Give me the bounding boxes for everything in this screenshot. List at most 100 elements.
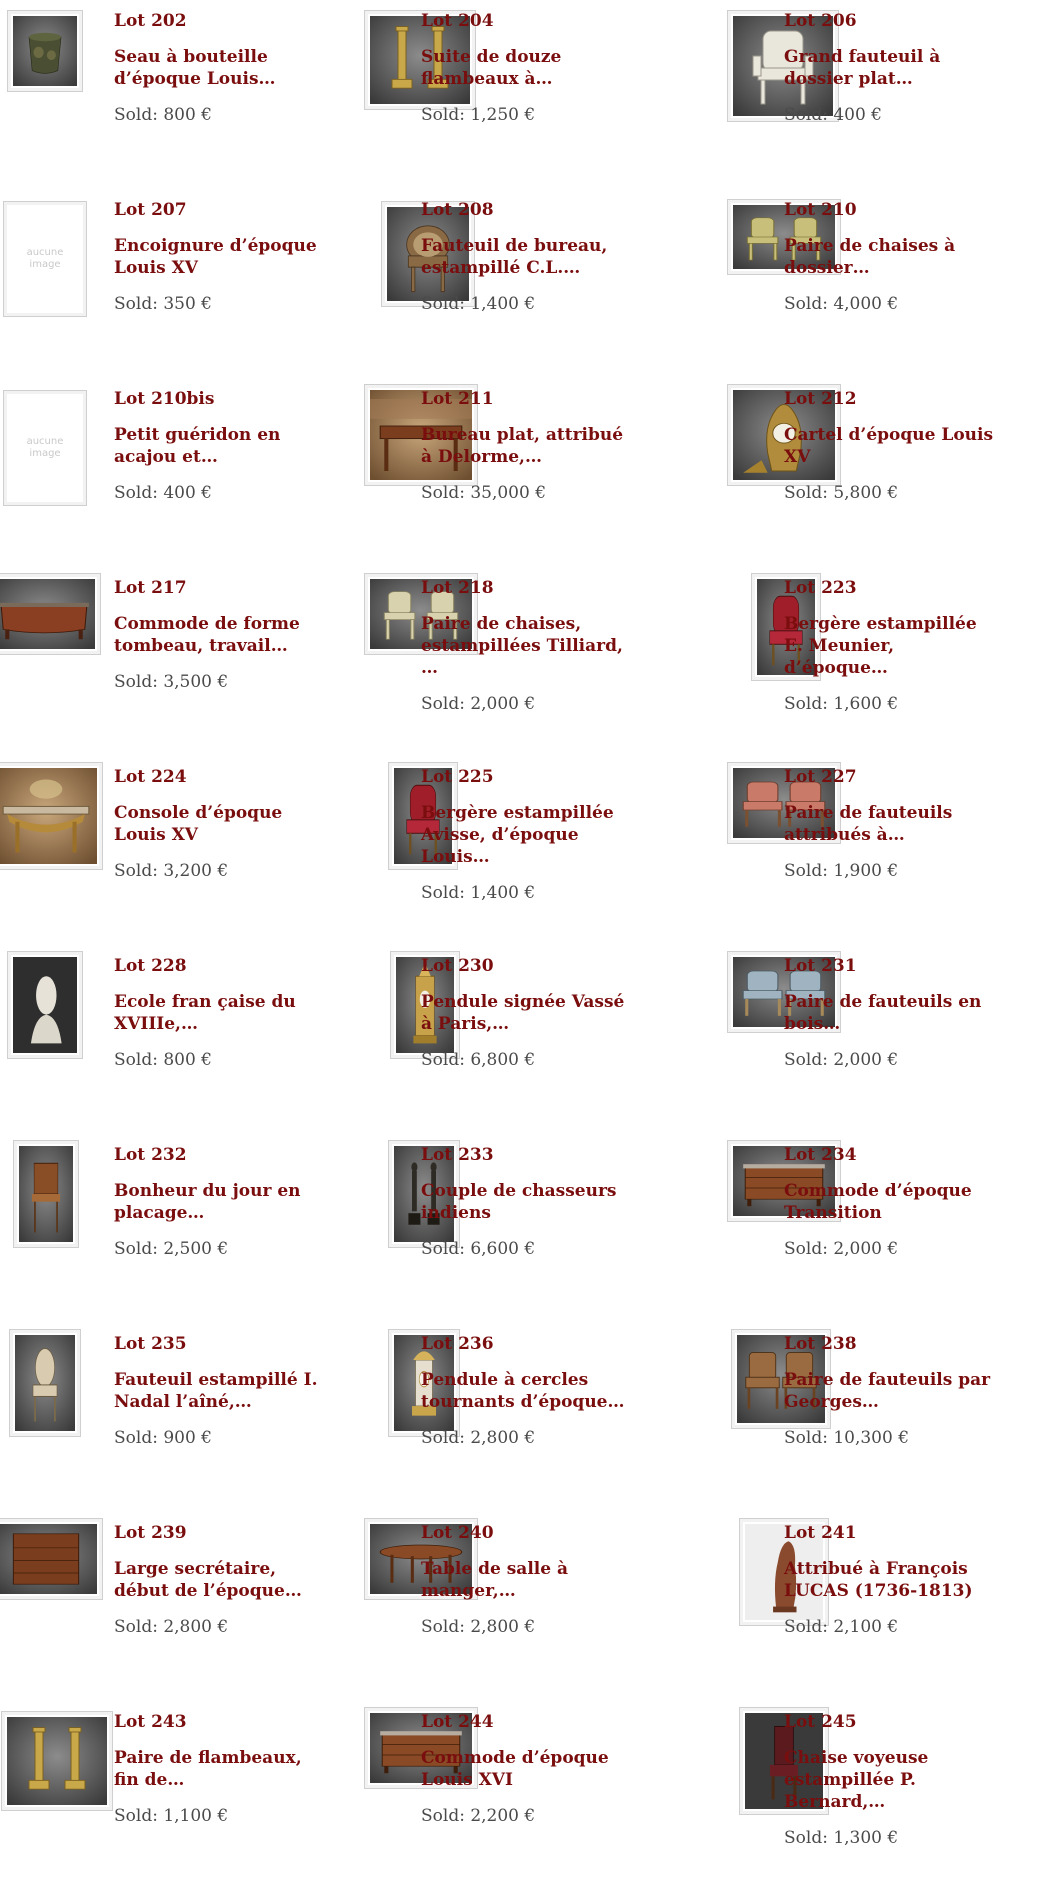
lot-number-link[interactable]: Lot 211: [421, 388, 637, 410]
lot-title-link[interactable]: Attribué à François LUCAS (1736-1813): [784, 1558, 1000, 1602]
lot-thumbnail[interactable]: [7, 10, 83, 92]
lot-title-link[interactable]: Paire de chaises à dossier…: [784, 235, 1000, 279]
lot-thumbnail[interactable]: aucune image: [3, 201, 87, 317]
lot-number-link[interactable]: Lot 245: [784, 1711, 1000, 1733]
lot-number-link[interactable]: Lot 244: [421, 1711, 637, 1733]
lot-title-link[interactable]: Couple de chasseurs indiens: [421, 1180, 637, 1224]
lot-title-link[interactable]: Encoignure d’époque Louis XV: [114, 235, 330, 279]
lot-number-link[interactable]: Lot 239: [114, 1522, 330, 1544]
lot-number-link[interactable]: Lot 235: [114, 1333, 330, 1355]
lot-number-link[interactable]: Lot 228: [114, 955, 330, 977]
lot-card: Lot 212 Cartel d’époque Louis XV Sold: 5,8…: [727, 378, 1060, 567]
lot-thumbnail[interactable]: [13, 1140, 79, 1248]
lot-title-link[interactable]: Ecole fran çaise du XVIIIe,…: [114, 991, 330, 1035]
no-image-placeholder: aucune image: [9, 396, 81, 500]
lot-number-link[interactable]: Lot 210bis: [114, 388, 330, 410]
lot-title-link[interactable]: Paire de fauteuils en bois…: [784, 991, 1000, 1035]
lot-title-link[interactable]: Paire de chaises, estampillées Tilliard,…: [421, 613, 637, 679]
lot-title-link[interactable]: Paire de fauteuils par Georges…: [784, 1369, 1000, 1413]
lot-info: Lot 228 Ecole fran çaise du XVIIIe,… Sold:…: [114, 945, 330, 1071]
lot-number-link[interactable]: Lot 204: [421, 10, 637, 32]
sold-price: Sold: 1,900 €: [784, 861, 899, 881]
lot-number-link[interactable]: Lot 208: [421, 199, 637, 221]
lot-number-link[interactable]: Lot 238: [784, 1333, 1000, 1355]
lot-number-link[interactable]: Lot 202: [114, 10, 330, 32]
lot-info: Lot 207 Encoignure d’époque Louis XV Sold:…: [114, 189, 330, 315]
lot-thumbnail[interactable]: [0, 1518, 103, 1600]
lot-number-link[interactable]: Lot 231: [784, 955, 1000, 977]
lot-title-link[interactable]: Fauteuil de bureau, estampillé C.L.…: [421, 235, 637, 279]
lot-thumbnail[interactable]: [0, 762, 103, 870]
lot-info: Lot 212 Cartel d’époque Louis XV Sold: 5,8…: [784, 378, 1000, 504]
lot-number-link[interactable]: Lot 230: [421, 955, 637, 977]
lot-info: Lot 227 Paire de fauteuils attribués à… So…: [784, 756, 1000, 882]
lot-title-link[interactable]: Commode d’époque Louis XVI: [421, 1747, 637, 1791]
lot-thumbnail[interactable]: [9, 1329, 81, 1437]
lot-number-link[interactable]: Lot 206: [784, 10, 1000, 32]
lot-card: Lot 231 Paire de fauteuils en bois… Sold: …: [727, 945, 1060, 1134]
sold-price: Sold: 5,800 €: [784, 483, 899, 503]
lot-info: Lot 204 Suite de douze flambeaux à… Sold: …: [421, 0, 637, 126]
lot-photo: [0, 1524, 97, 1594]
lot-number-link[interactable]: Lot 234: [784, 1144, 1000, 1166]
lot-photo: [15, 1335, 75, 1431]
lot-number-link[interactable]: Lot 212: [784, 388, 1000, 410]
lot-card: Lot 223 Bergère estampillée E. Meunier, d…: [748, 567, 1060, 756]
sold-price: Sold: 4,000 €: [784, 294, 899, 314]
lot-info: Lot 243 Paire de flambeaux, fin de… Sold: …: [114, 1701, 330, 1827]
lot-title-link[interactable]: Console d’époque Louis XV: [114, 802, 330, 846]
lot-number-link[interactable]: Lot 225: [421, 766, 637, 788]
lot-title-link[interactable]: Suite de douze flambeaux à…: [421, 46, 637, 90]
lot-number-link[interactable]: Lot 232: [114, 1144, 330, 1166]
lot-title-link[interactable]: Table de salle à manger,…: [421, 1558, 637, 1602]
lot-title-link[interactable]: Bergère estampillée E. Meunier, d’époque…: [784, 613, 1000, 679]
lot-number-link[interactable]: Lot 210: [784, 199, 1000, 221]
lot-number-link[interactable]: Lot 241: [784, 1522, 1000, 1544]
lot-number-link[interactable]: Lot 233: [421, 1144, 637, 1166]
lot-number-link[interactable]: Lot 217: [114, 577, 330, 599]
lot-title-link[interactable]: Commode d’époque Transition: [784, 1180, 1000, 1224]
lot-info: Lot 235 Fauteuil estampillé I. Nadal l’aî…: [114, 1323, 330, 1449]
lot-title-link[interactable]: Paire de flambeaux, fin de…: [114, 1747, 330, 1791]
lot-title-link[interactable]: Grand fauteuil à dossier plat…: [784, 46, 1000, 90]
lot-title-link[interactable]: Bergère estampillée Avisse, d’époque Lou…: [421, 802, 637, 868]
lot-card: Lot 238 Paire de fauteuils par Georges… So…: [731, 1323, 1060, 1512]
lot-number-link[interactable]: Lot 236: [421, 1333, 637, 1355]
lot-title-link[interactable]: Chaise voyeuse estampillée P. Bernard,…: [784, 1747, 1000, 1813]
lot-thumbnail[interactable]: [0, 573, 101, 655]
lot-title-link[interactable]: Seau à bouteille d’époque Louis…: [114, 46, 330, 90]
lot-number-link[interactable]: Lot 240: [421, 1522, 637, 1544]
lot-title-link[interactable]: Pendule à cercles tournants d’époque…: [421, 1369, 637, 1413]
lot-card: Lot 228 Ecole fran çaise du XVIIIe,… Sold:…: [7, 945, 375, 1134]
lot-title-link[interactable]: Bureau plat, attribué à Delorme,…: [421, 424, 637, 468]
lot-card: Lot 206 Grand fauteuil à dossier plat… Sol…: [727, 0, 1060, 189]
lot-title-link[interactable]: Pendule signée Vassé à Paris,…: [421, 991, 637, 1035]
lot-title-link[interactable]: Paire de fauteuils attribués à…: [784, 802, 1000, 846]
sold-price: Sold: 1,600 €: [784, 694, 899, 714]
lot-title-link[interactable]: Commode de forme tombeau, travail…: [114, 613, 330, 657]
lot-title-link[interactable]: Bonheur du jour en placage…: [114, 1180, 330, 1224]
lot-number-link[interactable]: Lot 223: [784, 577, 1000, 599]
lot-number-link[interactable]: Lot 227: [784, 766, 1000, 788]
lot-card: Lot 243 Paire de flambeaux, fin de… Sold: …: [1, 1701, 375, 1890]
sold-price: Sold: 2,800 €: [421, 1428, 536, 1448]
lot-card: Lot 239 Large secrétaire, début de l’époq…: [0, 1512, 375, 1701]
lot-title-link[interactable]: Fauteuil estampillé I. Nadal l’aîné,…: [114, 1369, 330, 1413]
lot-title-link[interactable]: Cartel d’époque Louis XV: [784, 424, 1000, 468]
lot-number-link[interactable]: Lot 218: [421, 577, 637, 599]
lot-number-link[interactable]: Lot 207: [114, 199, 330, 221]
lot-card: Lot 224 Console d’époque Louis XV Sold: 3,…: [0, 756, 375, 945]
lot-number-link[interactable]: Lot 243: [114, 1711, 330, 1733]
lot-title-link[interactable]: Petit guéridon en acajou et…: [114, 424, 330, 468]
lot-thumbnail[interactable]: [7, 951, 83, 1059]
lot-card: Lot 236 Pendule à cercles tournants d’épo…: [385, 1323, 738, 1512]
sold-price: Sold: 2,100 €: [784, 1617, 899, 1637]
lot-card: Lot 218 Paire de chaises, estampillées Ti…: [364, 567, 738, 756]
lot-card: Lot 204 Suite de douze flambeaux à… Sold: …: [364, 0, 738, 189]
lot-number-link[interactable]: Lot 224: [114, 766, 330, 788]
lot-title-link[interactable]: Large secrétaire, début de l’époque…: [114, 1558, 330, 1602]
lot-thumbnail[interactable]: aucune image: [3, 390, 87, 506]
lot-info: Lot 206 Grand fauteuil à dossier plat… Sol…: [784, 0, 1000, 126]
sold-price: Sold: 2,000 €: [784, 1239, 899, 1259]
lot-thumbnail[interactable]: [1, 1711, 113, 1811]
